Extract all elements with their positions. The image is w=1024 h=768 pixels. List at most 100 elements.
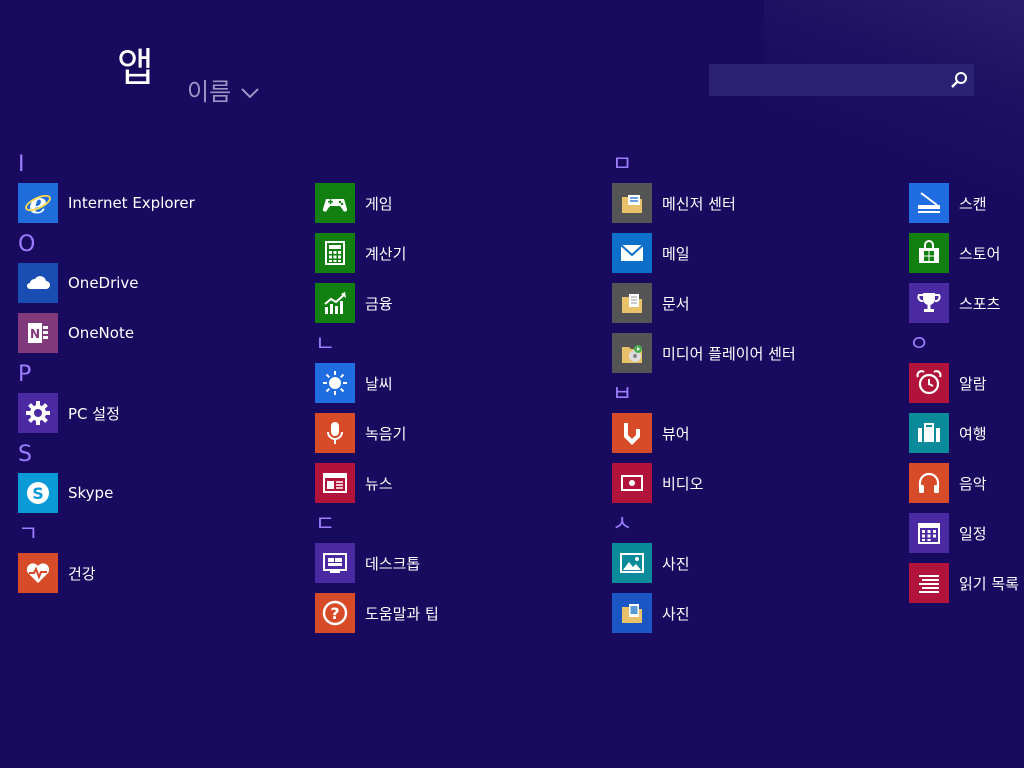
search-input[interactable]	[709, 64, 939, 96]
trophy-icon	[909, 283, 949, 323]
search-icon[interactable]	[950, 71, 968, 89]
sort-label: 이름	[187, 78, 232, 106]
calendar-icon	[909, 513, 949, 553]
app-item-desktop[interactable]: 데스크톱	[315, 538, 439, 588]
group-header-empty	[315, 148, 439, 178]
app-item-mail[interactable]: 메일	[612, 228, 796, 278]
app-label: 메신저 센터	[662, 194, 736, 213]
app-item-travel[interactable]: 여행	[909, 408, 1019, 458]
group-header[interactable]: ㄴ	[315, 328, 439, 358]
news-icon	[315, 463, 355, 503]
app-label: 문서	[662, 294, 690, 313]
app-label: Internet Explorer	[68, 194, 195, 212]
group-header-empty	[909, 148, 1019, 178]
app-item-sports[interactable]: 스포츠	[909, 278, 1019, 328]
video-icon	[612, 463, 652, 503]
app-item-reading-list[interactable]: 읽기 목록	[909, 558, 1019, 608]
internet-explorer-icon: e	[18, 183, 58, 223]
headphones-icon	[909, 463, 949, 503]
group-header[interactable]: P	[18, 358, 195, 388]
app-item-voice-recorder[interactable]: 녹음기	[315, 408, 439, 458]
folder-icon	[612, 183, 652, 223]
group-header[interactable]: ㄱ	[18, 518, 195, 548]
app-label: 건강	[68, 564, 96, 583]
group-header[interactable]: ㅂ	[612, 378, 796, 408]
app-label: 뉴스	[365, 474, 393, 493]
skype-icon: S	[18, 473, 58, 513]
group-header[interactable]: S	[18, 438, 195, 468]
search-box	[709, 64, 974, 96]
group-header[interactable]: ㅅ	[612, 508, 796, 538]
help-icon: ?	[315, 593, 355, 633]
app-item-music[interactable]: 음악	[909, 458, 1019, 508]
app-item-messenger-center[interactable]: 메신저 센터	[612, 178, 796, 228]
app-label: 사진	[662, 604, 690, 623]
game-controller-icon	[315, 183, 355, 223]
reader-icon	[612, 413, 652, 453]
app-item-news[interactable]: 뉴스	[315, 458, 439, 508]
app-item-reader[interactable]: 뷰어	[612, 408, 796, 458]
app-label: OneDrive	[68, 274, 139, 292]
suitcase-icon	[909, 413, 949, 453]
mail-icon	[612, 233, 652, 273]
app-label: 게임	[365, 194, 393, 213]
app-item-internet-explorer[interactable]: e Internet Explorer	[18, 178, 195, 228]
app-column-1: I e Internet Explorer O OneDrive N OneNo…	[18, 148, 195, 598]
microphone-icon	[315, 413, 355, 453]
app-item-scan[interactable]: 스캔	[909, 178, 1019, 228]
app-label: Skype	[68, 484, 114, 502]
app-label: OneNote	[68, 324, 135, 342]
store-icon	[909, 233, 949, 273]
svg-text:e: e	[29, 189, 47, 217]
folder-media-icon	[612, 333, 652, 373]
app-item-games[interactable]: 게임	[315, 178, 439, 228]
scanner-icon	[909, 183, 949, 223]
app-label: 데스크톱	[365, 554, 421, 573]
photos-icon	[612, 543, 652, 583]
group-header[interactable]: O	[18, 228, 195, 258]
app-item-store[interactable]: 스토어	[909, 228, 1019, 278]
sort-dropdown[interactable]: 이름	[187, 72, 259, 107]
app-label: 읽기 목록	[959, 574, 1019, 593]
app-label: 뷰어	[662, 424, 690, 443]
app-item-weather[interactable]: 날씨	[315, 358, 439, 408]
app-label: 사진	[662, 554, 690, 573]
group-header[interactable]: ㅁ	[612, 148, 796, 178]
app-label: 스토어	[959, 244, 1001, 263]
onenote-icon: N	[18, 313, 58, 353]
group-header[interactable]: ㅇ	[909, 328, 1019, 358]
app-item-help-tips[interactable]: ? 도움말과 팁	[315, 588, 439, 638]
app-item-photos-folder[interactable]: 사진	[612, 588, 796, 638]
app-item-documents[interactable]: 문서	[612, 278, 796, 328]
app-item-photos[interactable]: 사진	[612, 538, 796, 588]
svg-text:?: ?	[330, 604, 339, 623]
group-header[interactable]: I	[18, 148, 195, 178]
app-item-health[interactable]: 건강	[18, 548, 195, 598]
app-label: 비디오	[662, 474, 704, 493]
calculator-icon	[315, 233, 355, 273]
alarm-icon	[909, 363, 949, 403]
app-item-finance[interactable]: 금융	[315, 278, 439, 328]
app-label: 녹음기	[365, 424, 407, 443]
app-label: PC 설정	[68, 404, 120, 423]
app-item-onedrive[interactable]: OneDrive	[18, 258, 195, 308]
app-label: 날씨	[365, 374, 393, 393]
app-label: 금융	[365, 294, 393, 313]
heart-pulse-icon	[18, 553, 58, 593]
app-item-calculator[interactable]: 계산기	[315, 228, 439, 278]
app-label: 일정	[959, 524, 987, 543]
page-title: 앱	[117, 45, 154, 91]
group-header[interactable]: ㄷ	[315, 508, 439, 538]
app-item-skype[interactable]: S Skype	[18, 468, 195, 518]
app-item-calendar[interactable]: 일정	[909, 508, 1019, 558]
app-label: 스포츠	[959, 294, 1001, 313]
reading-list-icon	[909, 563, 949, 603]
desktop-icon	[315, 543, 355, 583]
app-column-2: 게임 계산기 금융 ㄴ 날씨 녹음기 뉴스 ㄷ 데스크톱 ? 도움말과 팁	[315, 148, 439, 638]
app-item-alarm[interactable]: 알람	[909, 358, 1019, 408]
app-item-video[interactable]: 비디오	[612, 458, 796, 508]
app-item-onenote[interactable]: N OneNote	[18, 308, 195, 358]
folder-icon	[612, 283, 652, 323]
app-item-pc-settings[interactable]: PC 설정	[18, 388, 195, 438]
app-item-media-player-center[interactable]: 미디어 플레이어 센터	[612, 328, 796, 378]
